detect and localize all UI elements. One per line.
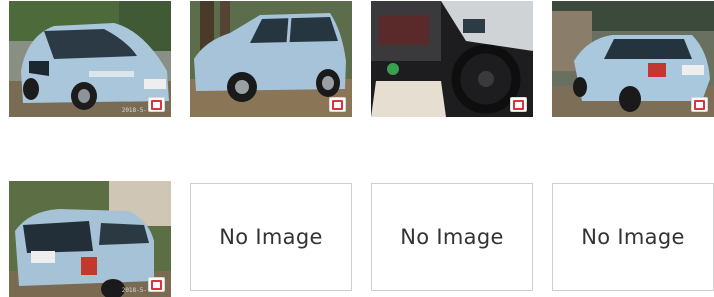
no-image-label: No Image [219,225,323,249]
photo-date-stamp: 2018-5- [121,287,147,294]
photo-thumbnail-1[interactable]: 2018-5- [9,1,171,117]
photo-thumbnail-3[interactable] [371,1,533,117]
photo-source-icon [329,97,346,112]
car-front-photo [9,1,171,117]
car-side-photo [190,1,352,117]
photo-source-icon [510,97,527,112]
photo-source-icon [148,97,165,112]
no-image-placeholder-3: No Image [552,183,714,291]
photo-date-stamp: 2018-5- [121,107,147,114]
no-image-label: No Image [581,225,685,249]
photo-thumbnail-5[interactable]: 2018-5- [9,181,171,297]
no-image-placeholder-2: No Image [371,183,533,291]
photo-source-icon [148,277,165,292]
photo-thumbnail-4[interactable] [552,1,714,117]
photo-thumbnail-2[interactable] [190,1,352,117]
car-rear-photo [552,1,714,117]
car-interior-photo [371,1,533,117]
photo-source-icon [691,97,708,112]
no-image-placeholder-1: No Image [190,183,352,291]
no-image-label: No Image [400,225,504,249]
car-rear-left-photo [9,181,171,297]
